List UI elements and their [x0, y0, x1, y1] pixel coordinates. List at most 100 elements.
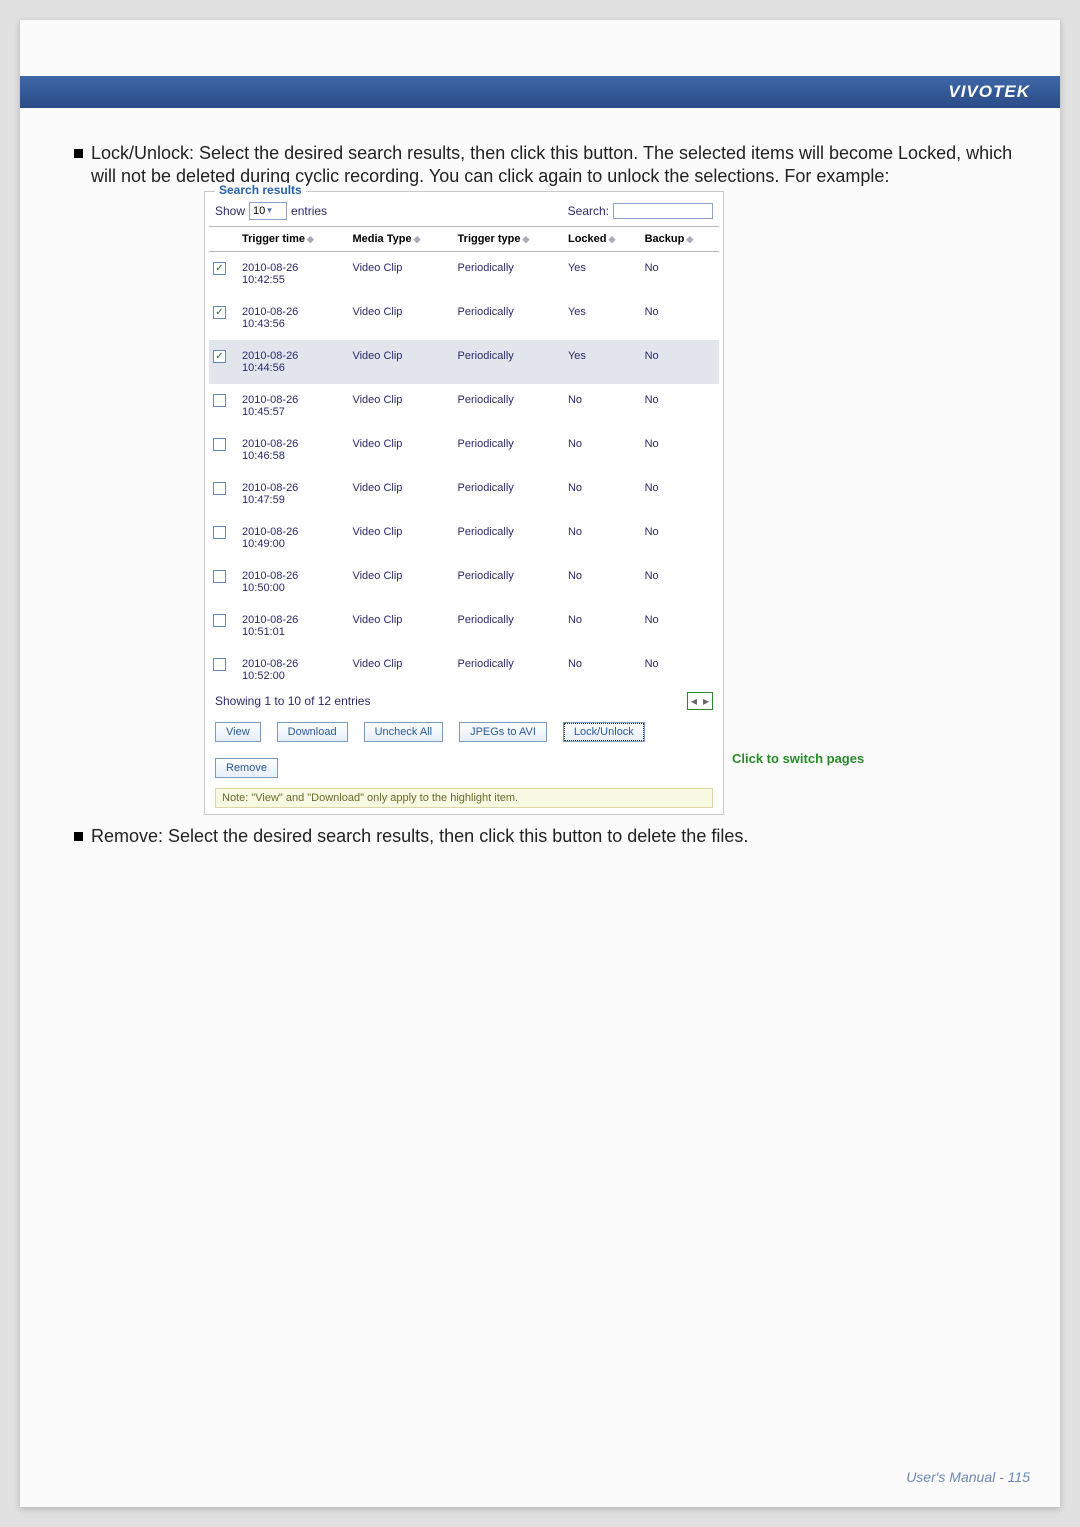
col-media-type[interactable]: Media Type◆ [348, 226, 453, 251]
prev-page-icon[interactable]: ◂ [691, 694, 697, 708]
pager[interactable]: ◂ ▸ [687, 692, 713, 710]
sort-icon: ◆ [414, 234, 421, 244]
cell-trigger-time: 2010-08-2610:43:56 [238, 296, 348, 340]
cell-locked: No [564, 516, 641, 560]
page: VIVOTEK Lock/Unlock: Select the desired … [20, 20, 1060, 1507]
table-row[interactable]: 2010-08-2610:49:00Video ClipPeriodically… [209, 516, 719, 560]
cell-trigger-type: Periodically [454, 340, 564, 384]
table-row[interactable]: 2010-08-2610:52:00Video ClipPeriodically… [209, 648, 719, 692]
cell-media-type: Video Clip [348, 296, 453, 340]
cell-backup: No [641, 560, 719, 604]
table-row[interactable]: ✓ 2010-08-2610:44:56Video ClipPeriodicall… [209, 340, 719, 384]
cell-trigger-time: 2010-08-2610:44:56 [238, 340, 348, 384]
remove-button[interactable]: Remove [215, 758, 278, 778]
jpegs-to-avi-button[interactable]: JPEGs to AVI [459, 722, 547, 742]
lock-paragraph: Lock/Unlock: Select the desired search r… [74, 142, 1020, 189]
row-checkbox[interactable]: ✓ [213, 262, 226, 275]
table-row[interactable]: 2010-08-2610:50:00Video ClipPeriodically… [209, 560, 719, 604]
row-checkbox[interactable]: ✓ [213, 306, 226, 319]
download-button[interactable]: Download [277, 722, 348, 742]
view-button[interactable]: View [215, 722, 261, 742]
note-bar: Note: "View" and "Download" only apply t… [215, 788, 713, 808]
row-checkbox[interactable] [213, 658, 226, 671]
table-row[interactable]: ✓ 2010-08-2610:43:56Video ClipPeriodicall… [209, 296, 719, 340]
table-row[interactable]: 2010-08-2610:47:59Video ClipPeriodically… [209, 472, 719, 516]
col-trigger-type[interactable]: Trigger type◆ [454, 226, 564, 251]
col-locked[interactable]: Locked◆ [564, 226, 641, 251]
cell-trigger-type: Periodically [454, 296, 564, 340]
cell-trigger-time: 2010-08-2610:49:00 [238, 516, 348, 560]
uncheck-all-button[interactable]: Uncheck All [364, 722, 443, 742]
cell-trigger-time: 2010-08-2610:52:00 [238, 648, 348, 692]
panel-legend: Search results [215, 183, 306, 197]
cell-trigger-type: Periodically [454, 428, 564, 472]
footer-page-number: User's Manual - 115 [906, 1469, 1030, 1485]
cell-media-type: Video Clip [348, 560, 453, 604]
cell-locked: No [564, 384, 641, 428]
cell-locked: No [564, 472, 641, 516]
show-entries-select[interactable]: 10 ▾ [249, 202, 287, 220]
chevron-down-icon: ▾ [267, 205, 272, 216]
cell-media-type: Video Clip [348, 428, 453, 472]
cell-trigger-type: Periodically [454, 384, 564, 428]
row-checkbox[interactable] [213, 394, 226, 407]
bullet-icon [74, 832, 83, 841]
table-row[interactable]: ✓2010-08-2610:42:55Video ClipPeriodicall… [209, 251, 719, 296]
switch-pages-note: Click to switch pages [732, 751, 864, 767]
row-checkbox[interactable] [213, 482, 226, 495]
table-row[interactable]: 2010-08-2610:51:01Video ClipPeriodically… [209, 604, 719, 648]
lock-unlock-button[interactable]: Lock/Unlock [563, 722, 645, 742]
cell-trigger-type: Periodically [454, 604, 564, 648]
cell-backup: No [641, 516, 719, 560]
cell-media-type: Video Clip [348, 384, 453, 428]
row-checkbox[interactable] [213, 526, 226, 539]
row-checkbox[interactable] [213, 438, 226, 451]
cell-backup: No [641, 428, 719, 472]
sort-icon: ◆ [609, 234, 616, 244]
cell-backup: No [641, 472, 719, 516]
cell-locked: Yes [564, 340, 641, 384]
cell-backup: No [641, 384, 719, 428]
cell-locked: No [564, 560, 641, 604]
entries-label: entries [291, 204, 327, 218]
table-row[interactable]: 2010-08-2610:46:58Video ClipPeriodically… [209, 428, 719, 472]
cell-trigger-time: 2010-08-2610:51:01 [238, 604, 348, 648]
row-checkbox[interactable] [213, 570, 226, 583]
next-page-icon[interactable]: ▸ [703, 694, 709, 708]
cell-media-type: Video Clip [348, 604, 453, 648]
cell-locked: No [564, 428, 641, 472]
search-results-panel: Search results Show 10 ▾ entries Search: [204, 191, 724, 815]
bullet-icon [74, 149, 83, 158]
entries-summary: Showing 1 to 10 of 12 entries [215, 694, 370, 708]
cell-backup: No [641, 340, 719, 384]
cell-trigger-time: 2010-08-2610:47:59 [238, 472, 348, 516]
cell-trigger-type: Periodically [454, 472, 564, 516]
sort-icon: ◆ [307, 234, 314, 244]
show-entries-value: 10 [253, 205, 265, 217]
cell-trigger-type: Periodically [454, 251, 564, 296]
search-label: Search: [568, 204, 609, 218]
cell-trigger-type: Periodically [454, 560, 564, 604]
show-label: Show [215, 204, 245, 218]
cell-trigger-time: 2010-08-2610:42:55 [238, 251, 348, 296]
lock-text: Lock/Unlock: Select the desired search r… [91, 142, 1020, 189]
content: Lock/Unlock: Select the desired search r… [74, 142, 1020, 850]
cell-locked: No [564, 604, 641, 648]
cell-media-type: Video Clip [348, 516, 453, 560]
table-row[interactable]: 2010-08-2610:45:57Video ClipPeriodically… [209, 384, 719, 428]
row-checkbox[interactable]: ✓ [213, 350, 226, 363]
col-trigger-time[interactable]: Trigger time◆ [238, 226, 348, 251]
col-backup[interactable]: Backup◆ [641, 226, 719, 251]
cell-trigger-time: 2010-08-2610:46:58 [238, 428, 348, 472]
brand-bar [20, 76, 1060, 108]
cell-backup: No [641, 604, 719, 648]
row-checkbox[interactable] [213, 614, 226, 627]
cell-backup: No [641, 648, 719, 692]
sort-icon: ◆ [523, 234, 530, 244]
search-input[interactable] [613, 203, 713, 219]
cell-backup: No [641, 251, 719, 296]
cell-backup: No [641, 296, 719, 340]
cell-trigger-time: 2010-08-2610:50:00 [238, 560, 348, 604]
cell-media-type: Video Clip [348, 340, 453, 384]
sort-icon: ◆ [686, 234, 693, 244]
